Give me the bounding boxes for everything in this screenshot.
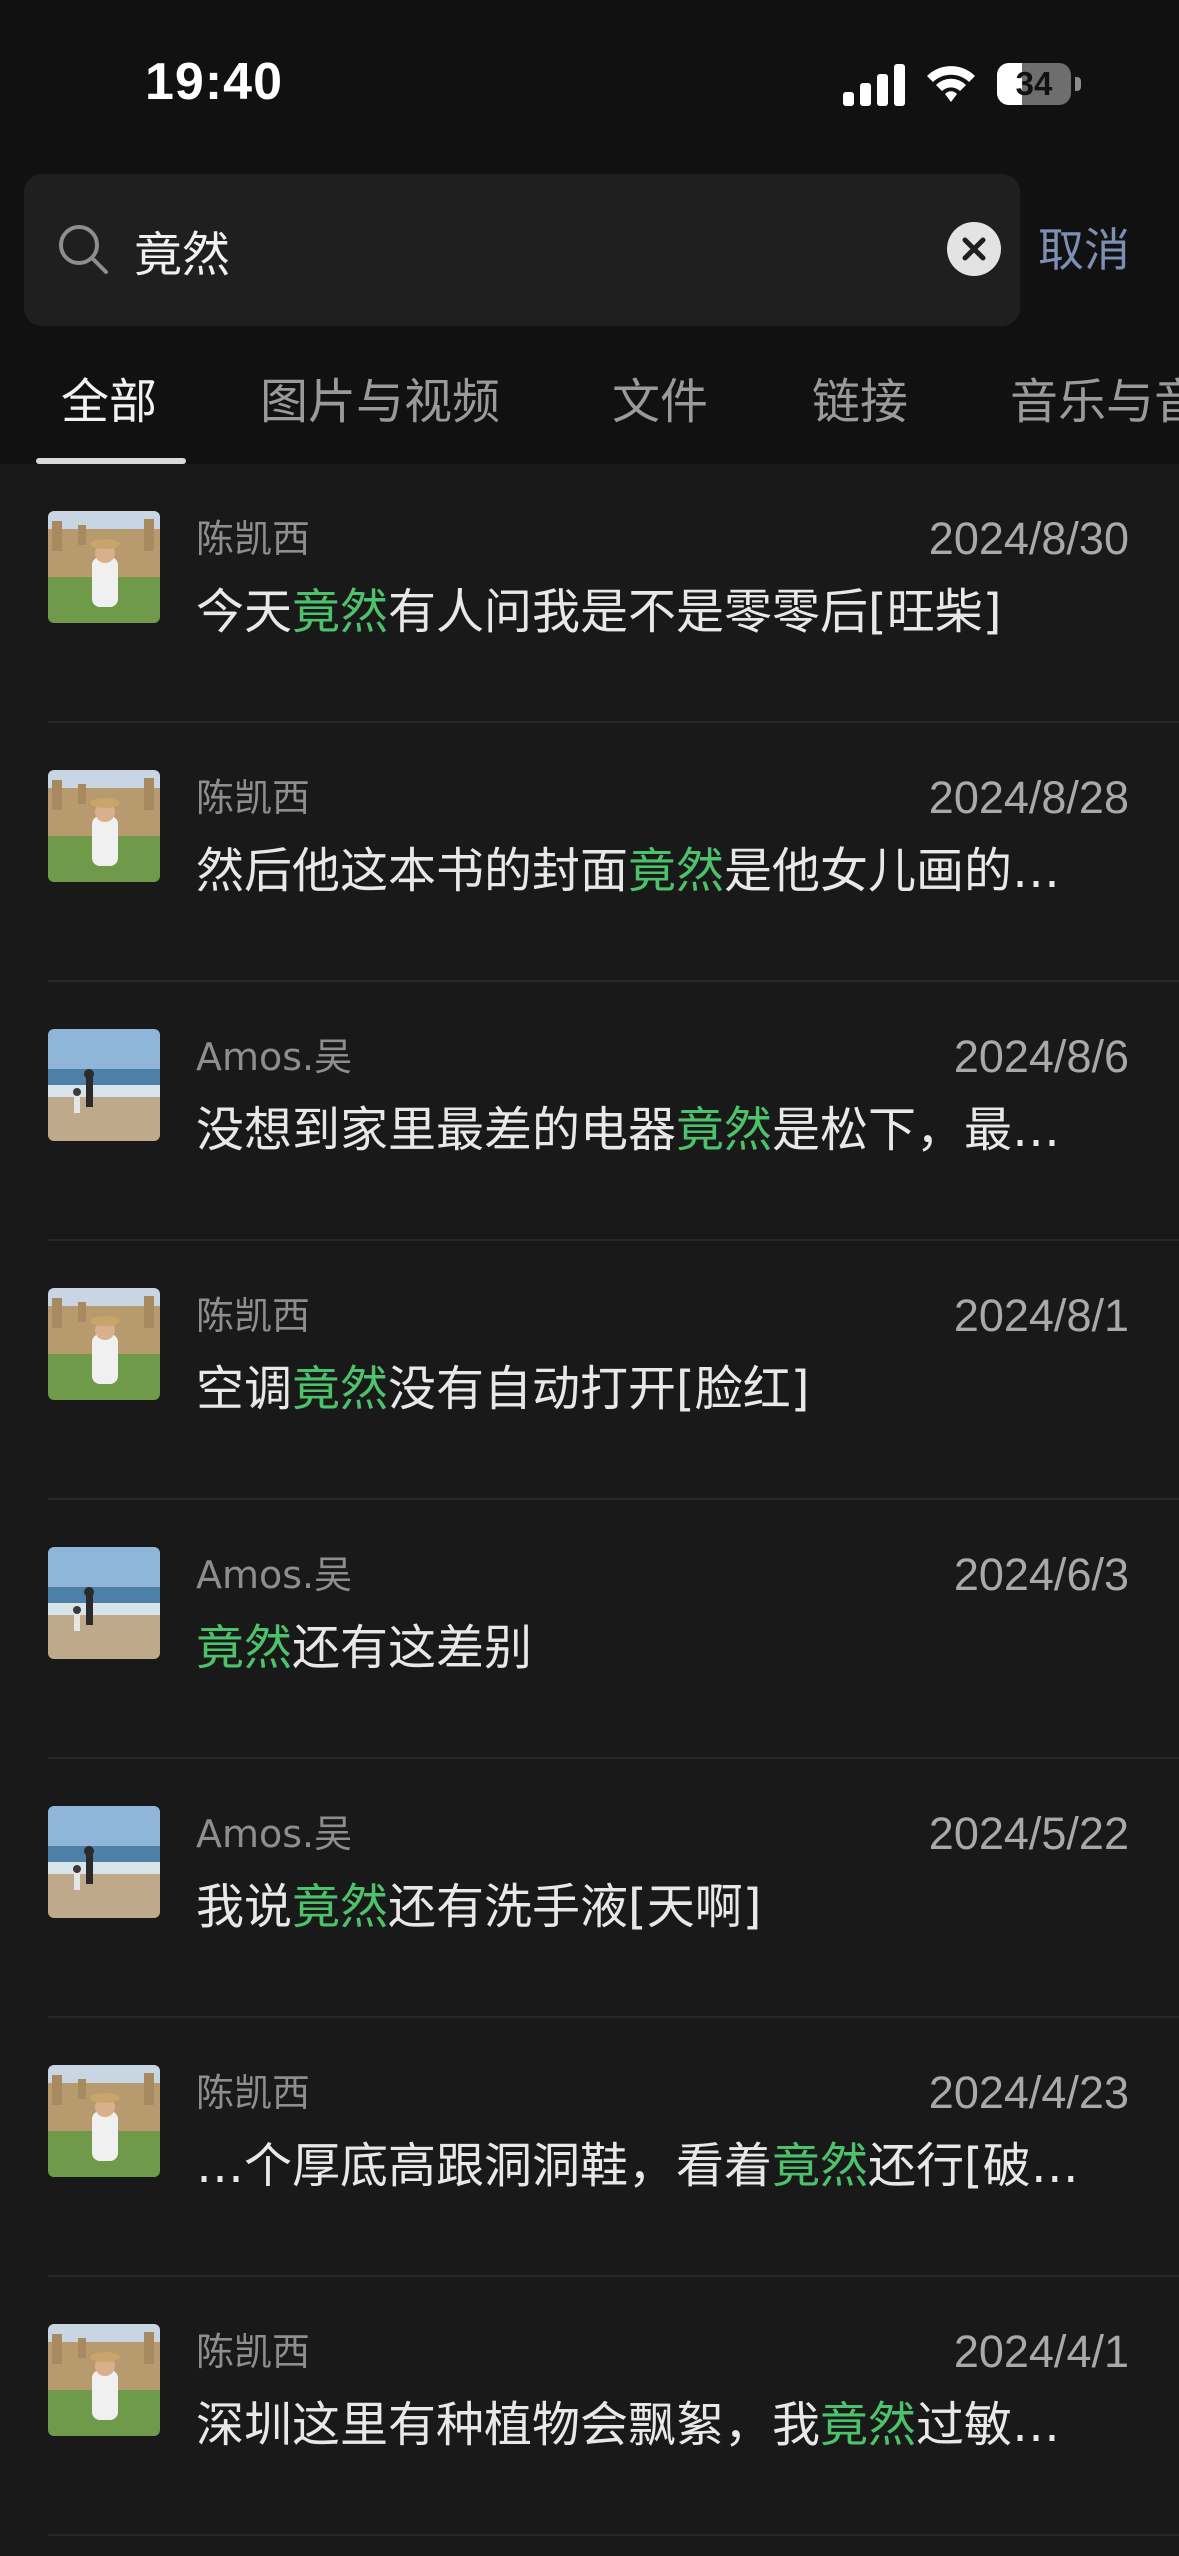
status-bar: 19:40 34 bbox=[0, 0, 1179, 160]
snippet-before: 今天 bbox=[196, 584, 293, 640]
message-snippet: 今天竟然有人问我是不是零零后[旺柴] bbox=[196, 582, 1131, 642]
message-date: 2024/8/6 bbox=[953, 1031, 1129, 1082]
tab-files[interactable]: 文件 bbox=[612, 372, 708, 432]
snippet-after: 是松下，最… bbox=[772, 1102, 1061, 1158]
message-date: 2024/4/1 bbox=[953, 2326, 1129, 2377]
snippet-after: 还有洗手液[天啊] bbox=[388, 1879, 762, 1935]
snippet-after: 过敏… bbox=[916, 2397, 1061, 2453]
result-item[interactable]: 陈凯西 2024/4/1 深圳这里有种植物会飘絮，我竟然过敏… bbox=[0, 2277, 1179, 2536]
snippet-before: 我说 bbox=[196, 1879, 293, 1935]
result-list: 陈凯西 2024/8/30 今天竟然有人问我是不是零零后[旺柴] 陈凯西 2024/8/… bbox=[0, 464, 1179, 2556]
avatar bbox=[48, 770, 160, 882]
result-item[interactable]: 陈凯西 2024/8/28 然后他这本书的封面竟然是他女儿画的… bbox=[0, 723, 1179, 982]
battery-icon: 34 bbox=[997, 63, 1081, 107]
snippet-match: 竟然 bbox=[676, 1102, 773, 1158]
snippet-match: 竟然 bbox=[196, 1620, 293, 1676]
message-date: 2024/8/28 bbox=[928, 772, 1129, 823]
sender-name: Amos.吴 bbox=[196, 1035, 353, 1079]
message-snippet: …个厚底高跟洞洞鞋，看着竟然还行[破… bbox=[196, 2136, 1131, 2196]
tab-music-audio[interactable]: 音乐与音 bbox=[1010, 372, 1179, 432]
avatar bbox=[48, 1029, 160, 1141]
battery-nub bbox=[1075, 77, 1081, 91]
avatar bbox=[48, 1806, 160, 1918]
snippet-match: 竟然 bbox=[292, 1879, 389, 1935]
avatar bbox=[48, 2324, 160, 2436]
avatar bbox=[48, 2065, 160, 2177]
snippet-match: 竟然 bbox=[820, 2397, 917, 2453]
result-item[interactable]: Amos.吴 2024/5/22 我说竟然还有洗手液[天啊] bbox=[0, 1759, 1179, 2018]
snippet-match: 竟然 bbox=[292, 1361, 389, 1417]
search-box[interactable] bbox=[24, 174, 1020, 326]
result-item[interactable]: Amos.吴 2024/6/3 竟然还有这差别 bbox=[0, 1500, 1179, 1759]
sender-name: 陈凯西 bbox=[196, 2071, 311, 2115]
sender-name: 陈凯西 bbox=[196, 2330, 311, 2374]
tab-all[interactable]: 全部 bbox=[61, 372, 157, 432]
snippet-after: 还行[破… bbox=[868, 2138, 1079, 2194]
snippet-after: 没有自动打开[脸红] bbox=[388, 1361, 810, 1417]
message-snippet: 我说竟然还有洗手液[天啊] bbox=[196, 1877, 1131, 1937]
sender-name: 陈凯西 bbox=[196, 776, 311, 820]
message-snippet: 竟然还有这差别 bbox=[196, 1618, 1131, 1678]
message-date: 2024/8/30 bbox=[928, 513, 1129, 564]
tab-links[interactable]: 链接 bbox=[812, 372, 908, 432]
snippet-after: 有人问我是不是零零后[旺柴] bbox=[388, 584, 1002, 640]
status-time: 19:40 bbox=[145, 53, 283, 111]
snippet-match: 竟然 bbox=[292, 584, 389, 640]
snippet-before: 空调 bbox=[196, 1361, 293, 1417]
result-item[interactable]: 陈凯西 2024/4/23 …个厚底高跟洞洞鞋，看着竟然还行[破… bbox=[0, 2018, 1179, 2277]
snippet-before: 没想到家里最差的电器 bbox=[196, 1102, 677, 1158]
snippet-match: 竟然 bbox=[628, 843, 725, 899]
tab-photos-videos[interactable]: 图片与视频 bbox=[260, 372, 500, 432]
snippet-before: 然后他这本书的封面 bbox=[196, 843, 629, 899]
message-date: 2024/5/22 bbox=[928, 1808, 1129, 1859]
search-icon bbox=[59, 225, 108, 274]
wifi-icon bbox=[927, 66, 975, 102]
snippet-before: 深圳这里有种植物会飘絮，我 bbox=[196, 2397, 821, 2453]
tab-bar: 全部 图片与视频 文件 链接 音乐与音 bbox=[0, 350, 1179, 464]
snippet-after: 是他女儿画的… bbox=[724, 843, 1061, 899]
sender-name: 陈凯西 bbox=[196, 517, 311, 561]
snippet-match: 竟然 bbox=[772, 2138, 869, 2194]
divider bbox=[48, 2534, 1179, 2536]
avatar bbox=[48, 1288, 160, 1400]
message-snippet: 空调竟然没有自动打开[脸红] bbox=[196, 1359, 1131, 1419]
message-date: 2024/8/1 bbox=[953, 1290, 1129, 1341]
signal-icon bbox=[843, 64, 905, 106]
sender-name: Amos.吴 bbox=[196, 1553, 353, 1597]
message-snippet: 没想到家里最差的电器竟然是松下，最… bbox=[196, 1100, 1131, 1160]
avatar bbox=[48, 1547, 160, 1659]
clear-x-icon bbox=[962, 237, 986, 261]
message-date: 2024/4/23 bbox=[928, 2067, 1129, 2118]
avatar bbox=[48, 511, 160, 623]
cancel-button[interactable]: 取消 bbox=[1038, 210, 1130, 290]
result-item[interactable]: 陈凯西 2024/8/1 空调竟然没有自动打开[脸红] bbox=[0, 1241, 1179, 1500]
result-item[interactable]: 陈凯西 2024/8/30 今天竟然有人问我是不是零零后[旺柴] bbox=[0, 464, 1179, 723]
snippet-before: …个厚底高跟洞洞鞋，看着 bbox=[196, 2138, 773, 2194]
snippet-after: 还有这差别 bbox=[292, 1620, 533, 1676]
clear-icon[interactable] bbox=[947, 222, 1001, 276]
result-item[interactable]: Amos.吴 2024/8/6 没想到家里最差的电器竟然是松下，最… bbox=[0, 982, 1179, 1241]
search-input[interactable] bbox=[134, 210, 934, 290]
sender-name: Amos.吴 bbox=[196, 1812, 353, 1856]
message-snippet: 然后他这本书的封面竟然是他女儿画的… bbox=[196, 841, 1131, 901]
battery-percentage: 34 bbox=[1015, 65, 1053, 102]
message-date: 2024/6/3 bbox=[953, 1549, 1129, 1600]
sender-name: 陈凯西 bbox=[196, 1294, 311, 1338]
message-snippet: 深圳这里有种植物会飘絮，我竟然过敏… bbox=[196, 2395, 1131, 2455]
